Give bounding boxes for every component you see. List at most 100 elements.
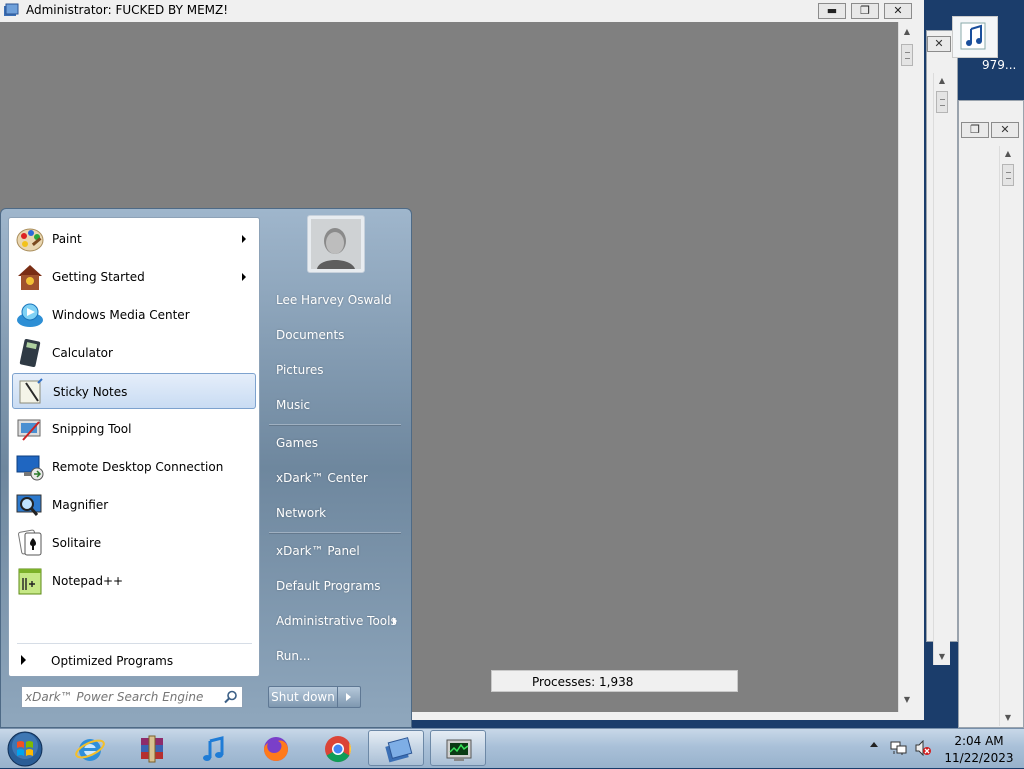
calculator-icon <box>19 338 41 368</box>
taskbar-task-manager[interactable] <box>430 730 486 766</box>
music-link[interactable]: Music <box>276 398 310 412</box>
program-item-sticky-notes[interactable]: Sticky Notes <box>12 373 256 409</box>
taskbar-winrar[interactable] <box>124 730 180 766</box>
window-app-icon <box>4 3 19 16</box>
network-link[interactable]: Network <box>276 506 326 520</box>
submenu-arrow-icon <box>393 617 397 625</box>
taskbar-internet-explorer[interactable] <box>62 730 118 766</box>
program-item-notepadpp[interactable]: Notepad++ <box>12 563 256 599</box>
getting-started-icon <box>18 265 42 290</box>
program-label: Paint <box>52 232 82 246</box>
all-programs-button[interactable]: Optimized Programs <box>12 650 256 672</box>
system-tray: 2:04 AM 11/22/2023 <box>866 729 1024 769</box>
sticky-notes-icon <box>19 378 43 404</box>
program-item-solitaire[interactable]: Solitaire <box>12 525 256 561</box>
submenu-arrow-icon <box>242 235 246 243</box>
program-item-remote-desktop[interactable]: Remote Desktop Connection <box>12 449 256 485</box>
volume-muted-icon[interactable] <box>914 740 932 756</box>
programs-pane: Paint Getting Started Windows Media Cent… <box>8 217 260 677</box>
scroll-thumb[interactable] <box>1002 164 1014 186</box>
task-manager-icon <box>446 739 472 761</box>
shutdown-button[interactable]: Shut down <box>268 686 338 708</box>
all-programs-label: Optimized Programs <box>51 654 174 668</box>
solitaire-icon <box>18 529 42 556</box>
bg-window-2-scrollbar[interactable]: ▲ ▼ <box>933 73 950 665</box>
program-label: Getting Started <box>52 270 145 284</box>
taskbar-itunes[interactable] <box>186 730 242 766</box>
itunes-icon <box>203 736 224 761</box>
winrar-icon <box>141 735 163 763</box>
title-bar[interactable]: Administrator: FUCKED BY MEMZ! ▬ ❐ ✕ <box>0 0 924 22</box>
scroll-up-icon[interactable]: ▲ <box>899 24 915 40</box>
bg-window-2-close-button[interactable]: ✕ <box>927 36 951 52</box>
clock-date[interactable]: 11/22/2023 <box>934 751 1024 765</box>
program-item-magnifier[interactable]: Magnifier <box>12 487 256 523</box>
program-label: Calculator <box>52 346 113 360</box>
magnifier-icon <box>16 494 42 516</box>
pictures-link[interactable]: Pictures <box>276 363 324 377</box>
bg-window-1-scrollbar[interactable]: ▲ ▼ <box>999 146 1016 726</box>
user-avatar[interactable] <box>307 215 365 273</box>
background-window-2[interactable]: ✕ ▲ ▼ <box>926 30 958 665</box>
cmd-window-icon <box>385 737 413 763</box>
notepadpp-icon <box>18 568 42 595</box>
documents-link[interactable]: Documents <box>276 328 344 342</box>
run-link[interactable]: Run... <box>276 649 310 663</box>
start-menu-right-pane: Lee Harvey Oswald Documents Pictures Mus… <box>263 209 411 727</box>
scroll-thumb[interactable] <box>901 44 913 66</box>
program-label: Snipping Tool <box>52 422 132 436</box>
center-link[interactable]: xDark™ Center <box>276 471 368 485</box>
main-vertical-scrollbar[interactable]: ▲ ▼ <box>898 22 916 718</box>
program-item-getting-started[interactable]: Getting Started <box>12 259 256 295</box>
administrative-tools-link[interactable]: Administrative Tools <box>276 614 397 628</box>
firefox-icon <box>264 737 288 761</box>
separator <box>269 424 401 425</box>
panel-link[interactable]: xDark™ Panel <box>276 544 360 558</box>
shutdown-options-button[interactable] <box>338 686 361 708</box>
submenu-arrow-icon <box>242 273 246 281</box>
show-hidden-icons-icon[interactable] <box>870 742 878 747</box>
music-file-icon <box>960 22 986 50</box>
scroll-down-icon[interactable]: ▼ <box>899 692 915 708</box>
program-item-paint[interactable]: Paint <box>12 221 256 257</box>
close-button[interactable]: ✕ <box>884 3 912 19</box>
start-button[interactable] <box>6 730 44 768</box>
default-programs-link[interactable]: Default Programs <box>276 579 381 593</box>
taskbar-firefox[interactable] <box>248 730 304 766</box>
user-name-link[interactable]: Lee Harvey Oswald <box>276 293 392 307</box>
program-label: Magnifier <box>52 498 109 512</box>
status-bar <box>412 712 902 720</box>
scroll-up-icon[interactable]: ▲ <box>1000 146 1016 162</box>
start-menu[interactable]: Paint Getting Started Windows Media Cent… <box>0 208 412 728</box>
media-center-icon <box>17 303 43 327</box>
program-label: Sticky Notes <box>53 385 128 399</box>
program-item-calculator[interactable]: Calculator <box>12 335 256 371</box>
user-photo-icon <box>311 219 361 269</box>
scroll-up-icon[interactable]: ▲ <box>934 73 950 89</box>
bg-window-1-restore-button[interactable]: ❐ <box>961 122 989 138</box>
background-window-1[interactable]: ❐ ✕ ▲ ▼ <box>958 100 1024 728</box>
start-search-box[interactable] <box>21 686 243 708</box>
separator <box>17 643 252 644</box>
network-icon[interactable] <box>890 740 908 756</box>
restore-button[interactable]: ❐ <box>851 3 879 19</box>
separator <box>269 532 401 533</box>
search-input[interactable] <box>25 689 215 705</box>
taskbar-chrome[interactable] <box>310 730 366 766</box>
program-item-snipping-tool[interactable]: Snipping Tool <box>12 411 256 447</box>
desktop-icon-fragment[interactable] <box>952 16 998 58</box>
bg-window-1-close-button[interactable]: ✕ <box>991 122 1019 138</box>
search-icon[interactable] <box>224 690 238 704</box>
minimize-button[interactable]: ▬ <box>818 3 846 19</box>
program-label: Remote Desktop Connection <box>52 460 224 474</box>
remote-desktop-icon <box>16 455 44 481</box>
program-label: Windows Media Center <box>52 308 190 322</box>
scroll-down-icon[interactable]: ▼ <box>934 649 950 665</box>
games-link[interactable]: Games <box>276 436 318 450</box>
program-label: Notepad++ <box>52 574 124 588</box>
clock-time[interactable]: 2:04 AM <box>934 734 1024 748</box>
scroll-down-icon[interactable]: ▼ <box>1000 710 1016 726</box>
taskbar-cmd-window[interactable] <box>368 730 424 766</box>
program-item-media-center[interactable]: Windows Media Center <box>12 297 256 333</box>
scroll-thumb[interactable] <box>936 91 948 113</box>
